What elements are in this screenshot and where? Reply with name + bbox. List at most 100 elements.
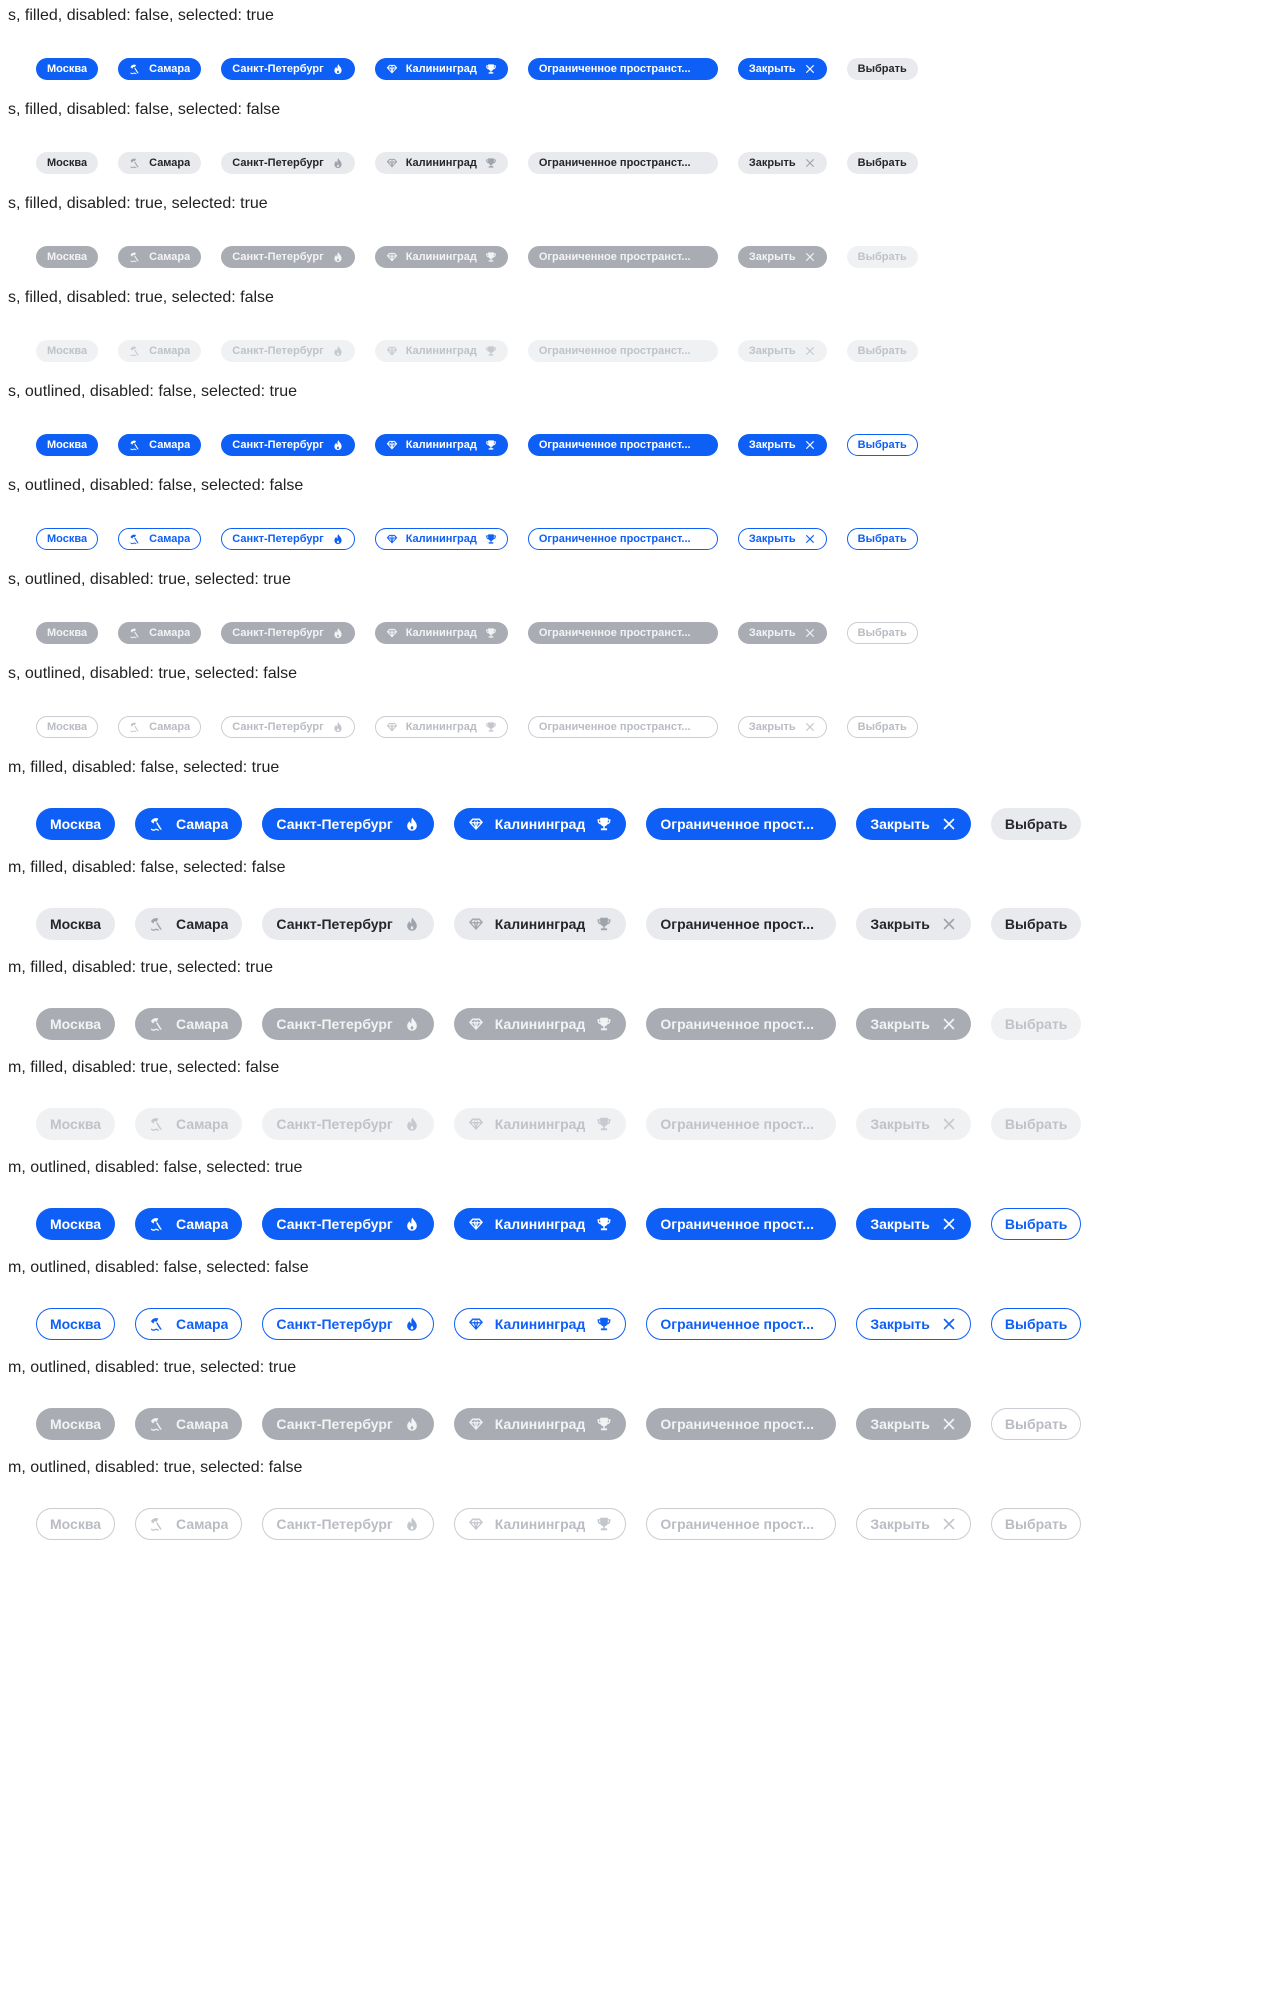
chip-close[interactable]: Закрыть xyxy=(737,434,827,456)
chip-moscow[interactable]: Москва xyxy=(36,1108,116,1140)
chip-close[interactable]: Закрыть xyxy=(737,622,827,644)
chip-kaliningrad[interactable]: Калининград xyxy=(453,908,627,940)
chip-close[interactable]: Закрыть xyxy=(737,716,827,738)
chip-spb[interactable]: Санкт-Петербург xyxy=(262,808,434,840)
chip-kaliningrad[interactable]: Калининград xyxy=(374,716,508,738)
chip-limited-space[interactable]: Ограниченное пространст... xyxy=(527,434,718,456)
chip-limited-space[interactable]: Ограниченное прост... xyxy=(646,1508,837,1540)
chip-samara[interactable]: Самара xyxy=(118,246,202,268)
chip-samara[interactable]: Самара xyxy=(135,1008,243,1040)
chip-kaliningrad[interactable]: Калининград xyxy=(453,1308,627,1340)
chip-limited-space[interactable]: Ограниченное прост... xyxy=(646,1208,837,1240)
chip-kaliningrad[interactable]: Калининград xyxy=(453,1208,627,1240)
chip-limited-space[interactable]: Ограниченное пространст... xyxy=(527,152,718,174)
chip-pick[interactable]: Выбрать xyxy=(990,808,1082,840)
chip-samara[interactable]: Самара xyxy=(135,1208,243,1240)
chip-samara[interactable]: Самара xyxy=(118,434,202,456)
chip-kaliningrad[interactable]: Калининград xyxy=(453,1108,627,1140)
chip-pick[interactable]: Выбрать xyxy=(990,1308,1082,1340)
chip-pick[interactable]: Выбрать xyxy=(990,908,1082,940)
chip-moscow[interactable]: Москва xyxy=(36,1308,116,1340)
chip-spb[interactable]: Санкт-Петербург xyxy=(262,1408,434,1440)
chip-close[interactable]: Закрыть xyxy=(856,1308,971,1340)
close-icon[interactable] xyxy=(804,439,816,451)
chip-moscow[interactable]: Москва xyxy=(36,1408,116,1440)
chip-close[interactable]: Закрыть xyxy=(856,1508,971,1540)
chip-kaliningrad[interactable]: Калининград xyxy=(453,1008,627,1040)
chip-close[interactable]: Закрыть xyxy=(737,340,827,362)
chip-moscow[interactable]: Москва xyxy=(36,528,99,550)
chip-kaliningrad[interactable]: Калининград xyxy=(374,528,508,550)
chip-samara[interactable]: Самара xyxy=(118,340,202,362)
chip-pick[interactable]: Выбрать xyxy=(846,622,918,644)
chip-pick[interactable]: Выбрать xyxy=(990,1408,1082,1440)
chip-limited-space[interactable]: Ограниченное пространст... xyxy=(527,528,718,550)
chip-limited-space[interactable]: Ограниченное пространст... xyxy=(527,716,718,738)
chip-moscow[interactable]: Москва xyxy=(36,716,99,738)
chip-samara[interactable]: Самара xyxy=(118,622,202,644)
chip-samara[interactable]: Самара xyxy=(135,1508,243,1540)
chip-moscow[interactable]: Москва xyxy=(36,246,99,268)
chip-spb[interactable]: Санкт-Петербург xyxy=(262,1208,434,1240)
chip-samara[interactable]: Самара xyxy=(135,1408,243,1440)
close-icon[interactable] xyxy=(941,1016,957,1032)
chip-pick[interactable]: Выбрать xyxy=(846,246,918,268)
close-icon[interactable] xyxy=(941,1216,957,1232)
close-icon[interactable] xyxy=(941,1416,957,1432)
chip-samara[interactable]: Самара xyxy=(118,716,202,738)
chip-spb[interactable]: Санкт-Петербург xyxy=(221,434,355,456)
chip-limited-space[interactable]: Ограниченное прост... xyxy=(646,908,837,940)
chip-kaliningrad[interactable]: Калининград xyxy=(374,246,508,268)
chip-pick[interactable]: Выбрать xyxy=(846,152,918,174)
chip-moscow[interactable]: Москва xyxy=(36,1508,116,1540)
chip-close[interactable]: Закрыть xyxy=(856,1008,971,1040)
chip-pick[interactable]: Выбрать xyxy=(990,1208,1082,1240)
close-icon[interactable] xyxy=(941,916,957,932)
chip-samara[interactable]: Самара xyxy=(118,528,202,550)
chip-moscow[interactable]: Москва xyxy=(36,152,99,174)
chip-pick[interactable]: Выбрать xyxy=(846,528,918,550)
chip-samara[interactable]: Самара xyxy=(135,1108,243,1140)
chip-spb[interactable]: Санкт-Петербург xyxy=(262,1008,434,1040)
chip-spb[interactable]: Санкт-Петербург xyxy=(221,716,355,738)
close-icon[interactable] xyxy=(804,157,816,169)
chip-close[interactable]: Закрыть xyxy=(856,1408,971,1440)
chip-limited-space[interactable]: Ограниченное пространст... xyxy=(527,340,718,362)
chip-kaliningrad[interactable]: Калининград xyxy=(374,340,508,362)
chip-close[interactable]: Закрыть xyxy=(737,58,827,80)
chip-close[interactable]: Закрыть xyxy=(737,246,827,268)
chip-close[interactable]: Закрыть xyxy=(856,1208,971,1240)
close-icon[interactable] xyxy=(941,1116,957,1132)
chip-close[interactable]: Закрыть xyxy=(856,1108,971,1140)
chip-kaliningrad[interactable]: Калининград xyxy=(453,1408,627,1440)
chip-moscow[interactable]: Москва xyxy=(36,340,99,362)
chip-moscow[interactable]: Москва xyxy=(36,1008,116,1040)
close-icon[interactable] xyxy=(941,816,957,832)
chip-spb[interactable]: Санкт-Петербург xyxy=(262,1308,434,1340)
close-icon[interactable] xyxy=(804,721,816,733)
chip-kaliningrad[interactable]: Калининград xyxy=(374,622,508,644)
chip-spb[interactable]: Санкт-Петербург xyxy=(221,622,355,644)
chip-pick[interactable]: Выбрать xyxy=(990,1508,1082,1540)
chip-kaliningrad[interactable]: Калининград xyxy=(374,434,508,456)
chip-pick[interactable]: Выбрать xyxy=(846,340,918,362)
chip-kaliningrad[interactable]: Калининград xyxy=(453,1508,627,1540)
chip-spb[interactable]: Санкт-Петербург xyxy=(262,1108,434,1140)
chip-spb[interactable]: Санкт-Петербург xyxy=(221,340,355,362)
chip-spb[interactable]: Санкт-Петербург xyxy=(221,58,355,80)
chip-kaliningrad[interactable]: Калининград xyxy=(374,152,508,174)
chip-pick[interactable]: Выбрать xyxy=(846,716,918,738)
close-icon[interactable] xyxy=(804,63,816,75)
chip-limited-space[interactable]: Ограниченное пространст... xyxy=(527,246,718,268)
chip-close[interactable]: Закрыть xyxy=(856,808,971,840)
chip-limited-space[interactable]: Ограниченное прост... xyxy=(646,1408,837,1440)
close-icon[interactable] xyxy=(804,251,816,263)
chip-spb[interactable]: Санкт-Петербург xyxy=(221,246,355,268)
chip-moscow[interactable]: Москва xyxy=(36,1208,116,1240)
chip-limited-space[interactable]: Ограниченное прост... xyxy=(646,1308,837,1340)
close-icon[interactable] xyxy=(804,627,816,639)
chip-close[interactable]: Закрыть xyxy=(737,528,827,550)
chip-samara[interactable]: Самара xyxy=(118,58,202,80)
chip-limited-space[interactable]: Ограниченное пространст... xyxy=(527,58,718,80)
chip-moscow[interactable]: Москва xyxy=(36,58,99,80)
